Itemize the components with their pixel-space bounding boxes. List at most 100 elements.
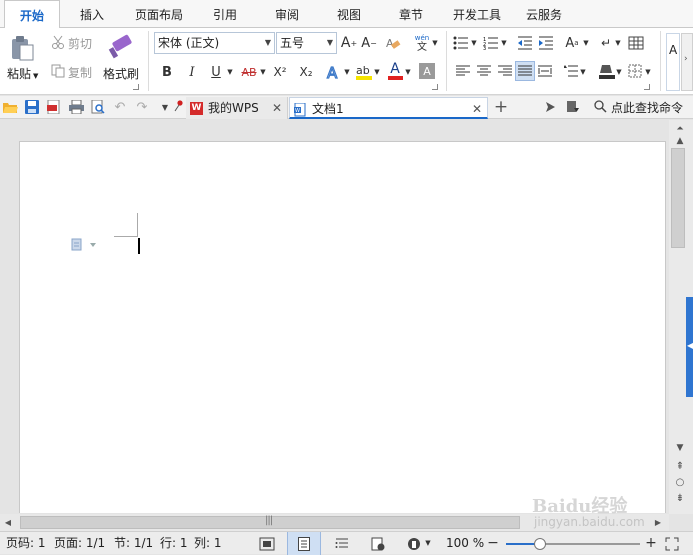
status-line[interactable]: 行: 1: [160, 532, 188, 555]
shading-fill-icon[interactable]: [597, 61, 617, 81]
chevron-down-icon[interactable]: ▼: [500, 38, 508, 48]
chevron-down-icon[interactable]: ▼: [615, 67, 623, 77]
print-icon[interactable]: [68, 99, 84, 115]
vertical-scrollbar[interactable]: ⏶ ▲ ◀ ▼ ⇞ ○ ⇟: [669, 120, 693, 514]
undo-icon[interactable]: ↶: [112, 99, 128, 115]
superscript-button[interactable]: X²: [270, 62, 290, 82]
page-view-icon[interactable]: [287, 532, 321, 555]
select-browse-object-icon[interactable]: ○: [672, 476, 688, 488]
tab-my-wps[interactable]: W 我的WPS ✕: [186, 97, 288, 119]
paste-icon[interactable]: [8, 33, 36, 63]
tab-view[interactable]: 视图: [324, 0, 374, 28]
tab-cloud-service[interactable]: 云服务: [518, 0, 570, 28]
tab-page-layout[interactable]: 页面布局: [128, 0, 190, 28]
outline-view-icon[interactable]: [332, 535, 352, 552]
subscript-button[interactable]: X₂: [296, 62, 316, 82]
chevron-down-icon[interactable]: ▼: [644, 67, 652, 77]
zoom-out-button[interactable]: −: [486, 535, 500, 551]
increase-indent-icon[interactable]: [537, 34, 555, 52]
web-layout-icon[interactable]: [368, 535, 388, 552]
paragraph-launcher-icon[interactable]: [644, 84, 650, 90]
chevron-down-icon[interactable]: ▼: [582, 38, 590, 48]
format-painter-button[interactable]: 格式刷: [103, 65, 139, 82]
bullet-list-icon[interactable]: [452, 34, 470, 52]
copy-button[interactable]: 复制: [68, 64, 92, 81]
zoom-slider-track[interactable]: [506, 538, 640, 550]
vertical-scroll-thumb[interactable]: [671, 148, 685, 248]
format-painter-icon[interactable]: [106, 33, 136, 61]
status-section[interactable]: 节: 1/1: [114, 532, 153, 555]
cut-button[interactable]: 剪切: [68, 35, 92, 52]
customize-dropdown-icon[interactable]: ▼: [159, 101, 171, 113]
bold-button[interactable]: B: [158, 62, 176, 82]
paragraph-mark-icon[interactable]: ↵: [598, 34, 614, 52]
font-size-select[interactable]: 五号 ▼: [276, 32, 337, 54]
tab-start[interactable]: 开始: [4, 0, 60, 29]
side-panel-handle[interactable]: ◀: [686, 297, 693, 397]
scroll-up-icon[interactable]: ▲: [672, 135, 688, 147]
highlighter-icon[interactable]: ab: [354, 62, 374, 82]
zoom-slider-thumb[interactable]: [534, 538, 546, 550]
italic-button[interactable]: I: [183, 62, 201, 82]
save-icon[interactable]: [24, 99, 40, 115]
chevron-down-icon[interactable]: ▼: [579, 67, 587, 77]
tab-references[interactable]: 引用: [200, 0, 250, 28]
tab-developer[interactable]: 开发工具: [446, 0, 508, 28]
close-icon[interactable]: ✕: [272, 97, 282, 119]
new-tab-button[interactable]: +: [492, 97, 510, 117]
distribute-icon[interactable]: [537, 63, 553, 79]
strikethrough-button[interactable]: AB: [238, 62, 260, 82]
scroll-down-icon[interactable]: ▼: [672, 442, 688, 454]
zoom-level[interactable]: 100 %: [446, 532, 484, 555]
open-folder-icon[interactable]: [2, 99, 18, 115]
zoom-in-button[interactable]: +: [644, 535, 658, 551]
tab-insert[interactable]: 插入: [64, 0, 120, 28]
chevron-down-icon[interactable]: ▼: [259, 67, 267, 77]
chevron-down-icon[interactable]: ▼: [470, 38, 478, 48]
tab-review[interactable]: 审阅: [262, 0, 312, 28]
close-icon[interactable]: ✕: [472, 98, 482, 120]
focus-mode-icon[interactable]: [256, 535, 278, 552]
numbered-list-icon[interactable]: 123: [482, 34, 500, 52]
print-preview-icon[interactable]: [90, 99, 106, 115]
chevron-down-icon[interactable]: ▼: [614, 38, 622, 48]
decrease-indent-icon[interactable]: [516, 34, 534, 52]
horizontal-scroll-thumb[interactable]: |||: [20, 515, 520, 529]
clear-format-icon[interactable]: A: [384, 34, 402, 52]
grow-font-icon[interactable]: A +: [340, 34, 358, 52]
chevron-down-icon[interactable]: ▼: [424, 538, 432, 548]
tab-chapter[interactable]: 章节: [386, 0, 436, 28]
borders-icon[interactable]: [627, 63, 643, 79]
next-page-icon[interactable]: ⇟: [672, 492, 688, 504]
command-search[interactable]: 点此查找命令: [589, 97, 693, 118]
shrink-font-icon[interactable]: A −: [360, 34, 378, 52]
align-right-icon[interactable]: [497, 63, 513, 79]
chevron-down-icon[interactable]: ▼: [226, 67, 234, 77]
justify-icon[interactable]: [515, 61, 535, 81]
redo-icon[interactable]: ↷: [134, 99, 150, 115]
share-icon[interactable]: [544, 100, 558, 114]
chevron-down-icon[interactable]: ▼: [373, 67, 381, 77]
text-effect-icon[interactable]: A: [324, 62, 344, 82]
font-launcher-icon[interactable]: [432, 84, 438, 90]
document-page[interactable]: Baidu经验: [19, 141, 666, 514]
collapse-ribbon-icon[interactable]: [566, 100, 580, 114]
line-spacing-icon[interactable]: [563, 63, 579, 79]
table-icon[interactable]: [627, 34, 645, 52]
chevron-down-icon[interactable]: ▼: [343, 67, 351, 77]
status-column[interactable]: 列: 1: [194, 532, 222, 555]
export-pdf-icon[interactable]: [46, 99, 62, 115]
horizontal-scrollbar[interactable]: ◀ ||| jingyan.baidu.com ▶: [0, 514, 669, 531]
clipboard-launcher-icon[interactable]: [133, 84, 139, 90]
scroll-to-top-icon[interactable]: ⏶: [672, 123, 688, 135]
prev-page-icon[interactable]: ⇞: [672, 460, 688, 472]
style-gallery[interactable]: A: [666, 33, 680, 91]
scroll-left-icon[interactable]: ◀: [2, 516, 14, 529]
align-center-icon[interactable]: [476, 63, 492, 79]
chevron-down-icon[interactable]: ▼: [431, 38, 439, 48]
change-case-icon[interactable]: Aa: [562, 33, 582, 53]
paste-button[interactable]: 粘贴 ▼: [7, 65, 38, 82]
chevron-down-icon[interactable]: ▼: [404, 67, 412, 77]
char-shading-icon[interactable]: A: [419, 63, 435, 79]
tab-document1[interactable]: W 文档1 ✕: [289, 97, 488, 119]
